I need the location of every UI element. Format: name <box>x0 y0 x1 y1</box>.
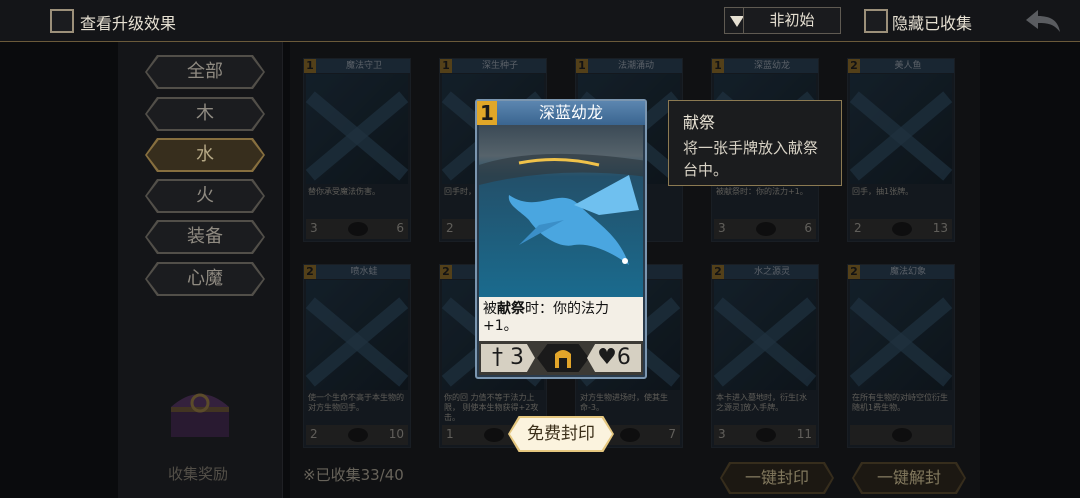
dragon-art <box>479 125 643 297</box>
keyword-tooltip: 献祭 将一张手牌放入献祭台中。 <box>668 100 842 186</box>
helmet-icon <box>537 344 589 372</box>
focused-card[interactable]: 1 深蓝幼龙 被献祭时：你的法力+1。 † 3 ♥6 <box>475 99 647 379</box>
focused-card-stats: † 3 ♥6 <box>479 341 643 375</box>
focused-card-cost: 1 <box>477 101 497 125</box>
tooltip-title: 献祭 <box>683 113 716 132</box>
hide-collected-checkbox[interactable] <box>864 9 888 33</box>
sacrifice-keyword[interactable]: 献祭 <box>497 301 525 317</box>
upgrade-effect-checkbox[interactable] <box>50 9 74 33</box>
dagger-icon: † <box>492 345 510 370</box>
tooltip-description: 将一张手牌放入献祭台中。 <box>683 139 819 179</box>
health-stat: ♥6 <box>587 344 641 372</box>
focused-card-name: 深蓝幼龙 <box>538 103 603 122</box>
filter-dropdown[interactable]: 非初始 <box>743 7 841 34</box>
focused-card-text: 被献祭时：你的法力+1。 <box>479 297 643 343</box>
free-seal-button[interactable]: 免费封印 <box>508 416 614 452</box>
upgrade-effect-label: 查看升级效果 <box>80 14 177 33</box>
back-arrow-icon[interactable] <box>1022 6 1064 36</box>
top-bar: 查看升级效果 非初始 隐藏已收集 <box>0 0 1080 42</box>
attack-stat: † 3 <box>481 344 535 372</box>
hide-collected-label: 隐藏已收集 <box>892 14 973 33</box>
heart-icon: ♥ <box>597 345 617 370</box>
